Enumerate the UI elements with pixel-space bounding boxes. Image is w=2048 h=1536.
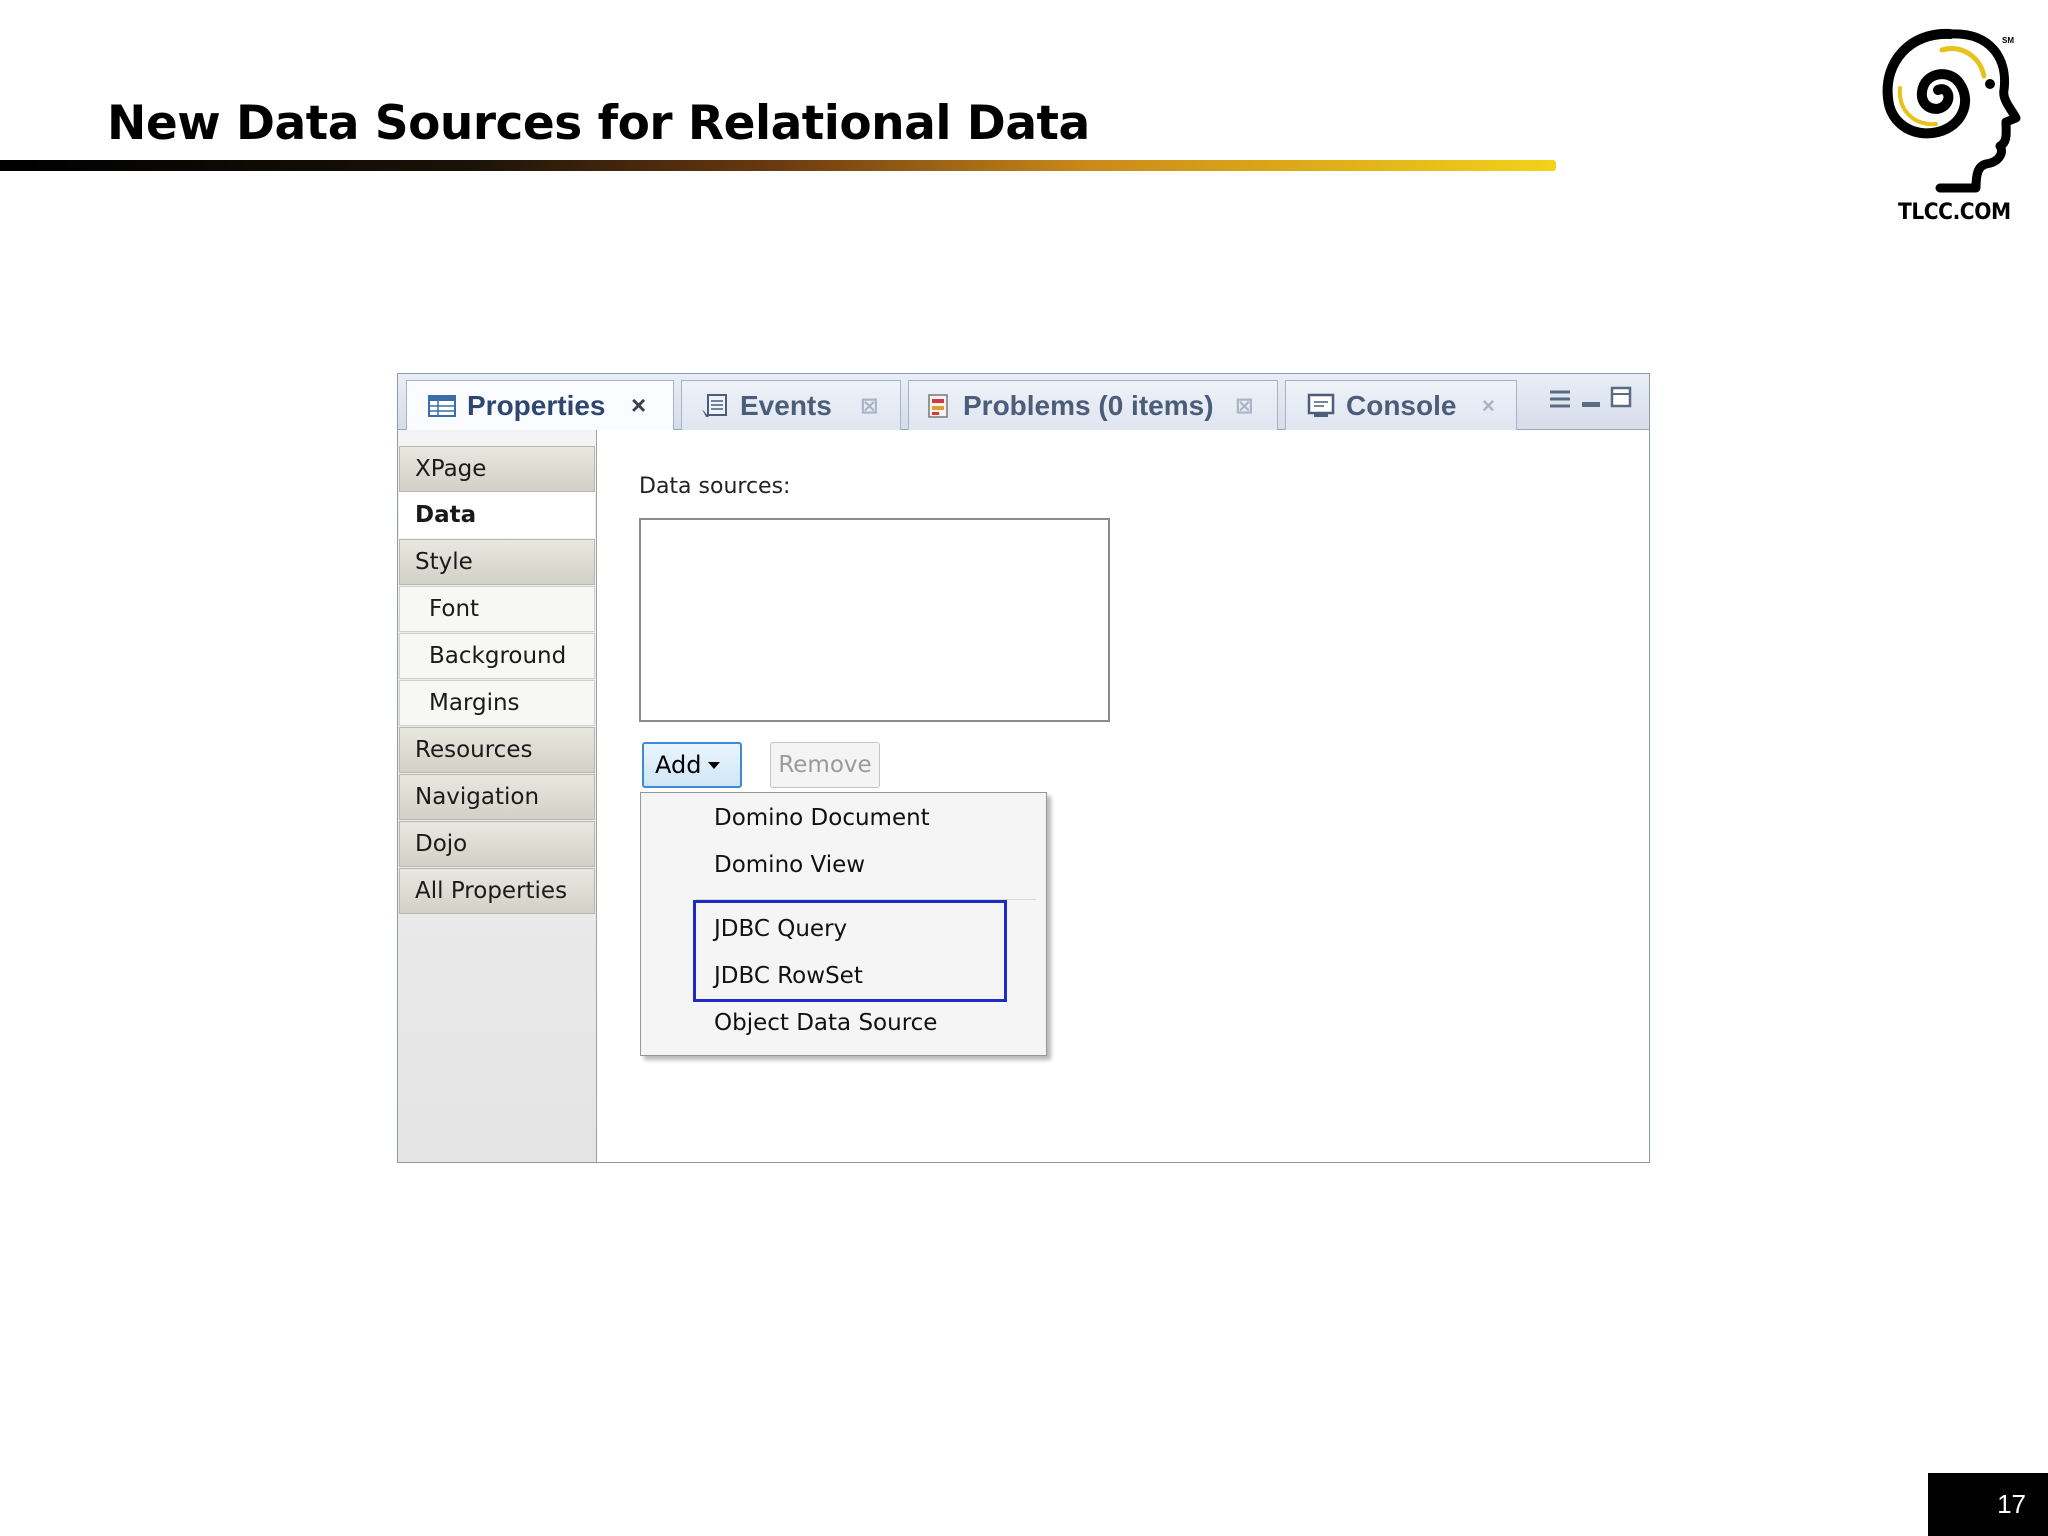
tab-events[interactable]: Events ⊠ [681,380,901,430]
slide-title: New Data Sources for Relational Data [107,96,1090,151]
add-button[interactable]: Add [642,742,742,788]
properties-sidebar: XPage Data Style Font Background Margins… [398,430,597,1162]
tlcc-logo: SM TLCC.COM [1880,28,2025,228]
title-underline [0,160,1556,171]
sidebar-item-margins[interactable]: Margins [399,680,595,726]
sidebar-item-data[interactable]: Data [399,492,595,538]
menu-item-domino-view[interactable]: Domino View [714,852,865,878]
close-icon[interactable]: × [631,390,646,421]
tab-properties[interactable]: Properties × [406,380,674,430]
head-spiral-icon [1882,28,2021,193]
chevron-down-icon [708,762,721,769]
jdbc-highlight-box [693,900,1007,1002]
tab-console[interactable]: Console × [1285,380,1517,430]
problems-icon [928,393,948,418]
remove-button[interactable]: Remove [770,742,880,788]
console-icon [1307,393,1335,417]
tab-label: Properties [467,389,606,421]
add-dropdown-menu: Domino Document Domino View JDBC Query J… [640,792,1047,1056]
properties-panel: Properties × Events ⊠ Problems (0 items) [397,373,1650,1163]
menu-item-domino-document[interactable]: Domino Document [714,805,930,831]
page-number: 17 [1928,1473,2048,1536]
view-menu-icon[interactable] [1546,384,1646,420]
service-mark: SM [2002,36,2014,45]
tab-label: Console [1346,389,1457,421]
sidebar-item-style[interactable]: Style [399,539,595,585]
close-icon[interactable]: × [1482,393,1495,419]
tab-problems[interactable]: Problems (0 items) ⊠ [908,380,1278,430]
sidebar-item-dojo[interactable]: Dojo [399,821,595,867]
data-sources-list[interactable] [639,518,1110,722]
sidebar-item-background[interactable]: Background [399,633,595,679]
sidebar-item-all-properties[interactable]: All Properties [399,868,595,914]
sidebar-item-font[interactable]: Font [399,586,595,632]
sidebar-item-resources[interactable]: Resources [399,727,595,773]
events-icon [702,393,727,417]
add-button-label: Add [655,751,702,779]
sidebar-item-navigation[interactable]: Navigation [399,774,595,820]
data-sources-label: Data sources: [639,474,791,499]
properties-table-icon [428,394,456,417]
close-icon[interactable]: ⊠ [1235,393,1253,419]
tab-bar: Properties × Events ⊠ Problems (0 items) [398,374,1649,430]
menu-item-object-data-source[interactable]: Object Data Source [714,1010,937,1036]
tab-label: Problems (0 items) [963,389,1214,421]
sidebar-item-xpage[interactable]: XPage [399,446,595,492]
close-icon[interactable]: ⊠ [860,393,878,419]
logo-text: TLCC.COM [1898,200,2011,225]
tab-label: Events [740,389,832,421]
